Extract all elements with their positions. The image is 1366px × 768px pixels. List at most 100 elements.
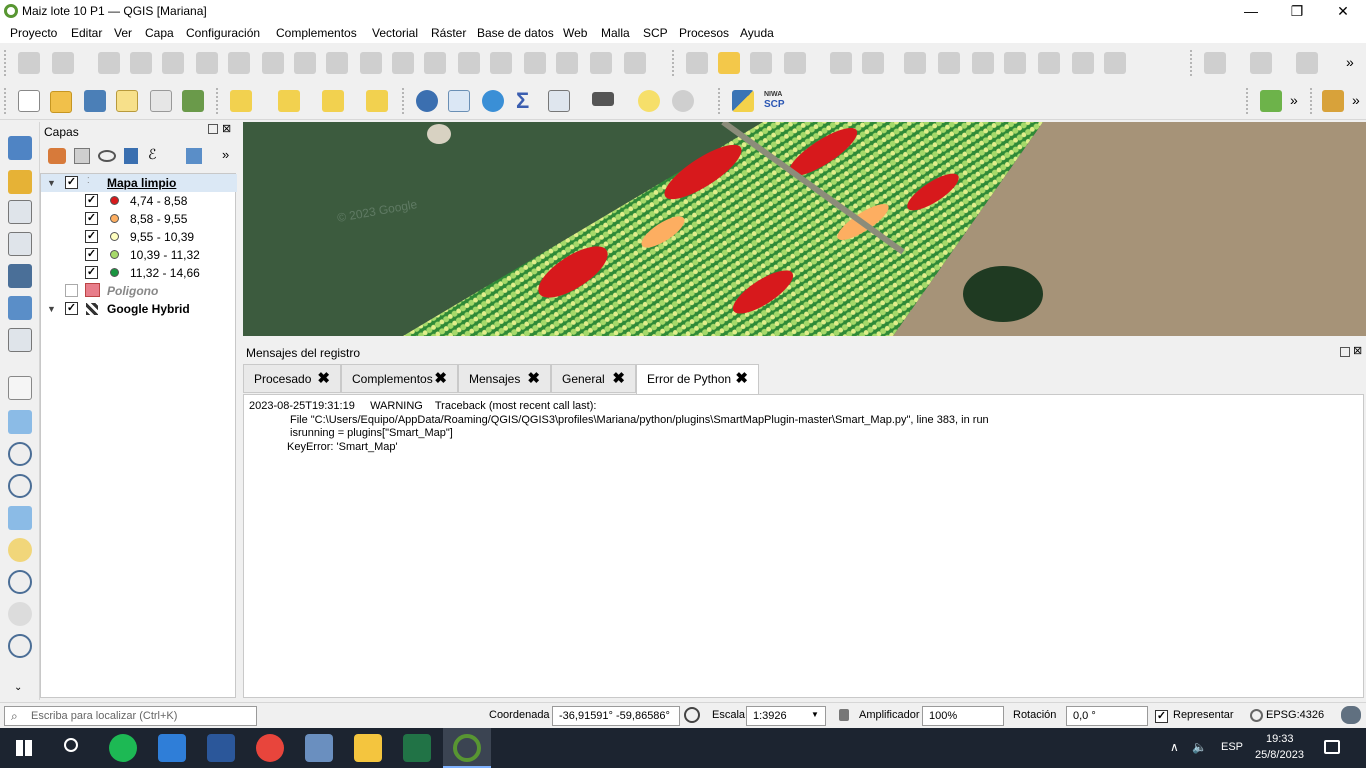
save-edits-icon[interactable]: [750, 52, 772, 74]
redo-icon[interactable]: [1104, 52, 1126, 74]
search-icon[interactable]: [64, 738, 78, 752]
zoom-last-icon[interactable]: [8, 634, 32, 658]
zoom-to-selection-icon[interactable]: [8, 538, 32, 562]
reverse-line-icon[interactable]: [624, 52, 646, 74]
data-source-manager-icon[interactable]: [8, 136, 32, 160]
paint-icon[interactable]: [305, 734, 333, 762]
clock-time[interactable]: 19:33: [1266, 733, 1294, 745]
add-spatialite-icon[interactable]: [8, 264, 32, 288]
toolbar-overflow-button[interactable]: »: [1352, 92, 1360, 108]
split-parts-icon[interactable]: [424, 52, 446, 74]
regular-shape-icon[interactable]: [1250, 52, 1272, 74]
select-features-icon[interactable]: [230, 90, 252, 112]
save-project-icon[interactable]: [84, 90, 106, 112]
rotate-feature-icon[interactable]: [162, 52, 184, 74]
current-edits-icon[interactable]: [686, 52, 708, 74]
plugin-map-icon[interactable]: [1322, 90, 1344, 112]
layer-row-poligono[interactable]: Poligono: [41, 282, 237, 300]
move-feature-icon[interactable]: [130, 52, 152, 74]
filter-expression-icon[interactable]: ℰ: [148, 146, 156, 163]
merge-features-icon[interactable]: [458, 52, 480, 74]
zoom-settings-icon[interactable]: [672, 90, 694, 112]
menu-ayuda[interactable]: Ayuda: [740, 26, 774, 40]
magnifier-spinbox[interactable]: 100%: [922, 706, 1004, 726]
menu-raster[interactable]: Ráster: [431, 26, 466, 40]
menu-configuracion[interactable]: Configuración: [186, 26, 260, 40]
add-delimited-text-icon[interactable]: [8, 232, 32, 256]
collapse-arrow-icon[interactable]: ▼: [47, 304, 56, 314]
cut-features-icon[interactable]: [972, 52, 994, 74]
zoom-in-icon[interactable]: [8, 442, 32, 466]
toolbar-overflow-button[interactable]: »: [1290, 92, 1298, 108]
circle-digitize-icon[interactable]: [1296, 52, 1318, 74]
expand-all-icon[interactable]: [186, 148, 202, 164]
vertex-tool-2-icon[interactable]: [862, 52, 884, 74]
zoom-full-icon[interactable]: [8, 506, 32, 530]
close-tab-icon[interactable]: ✖: [527, 369, 540, 387]
toolbar-handle[interactable]: [216, 88, 219, 114]
processing-toolbox-icon[interactable]: [482, 90, 504, 112]
chevron-down-icon[interactable]: ▼: [811, 710, 819, 719]
shape-digitize-icon[interactable]: [1204, 52, 1226, 74]
toolbar-handle[interactable]: [718, 88, 721, 114]
crs-button[interactable]: EPSG:4326: [1266, 709, 1324, 721]
add-ring-icon[interactable]: [196, 52, 218, 74]
toolbar-handle[interactable]: [4, 88, 7, 114]
class-row[interactable]: ✓ 8,58 - 9,55: [41, 210, 237, 228]
zoom-out-icon[interactable]: [8, 474, 32, 498]
class-checkbox[interactable]: ✓: [85, 266, 98, 279]
close-tab-icon[interactable]: ✖: [735, 369, 748, 387]
close-tab-icon[interactable]: ✖: [434, 369, 447, 387]
pencil-icon[interactable]: [718, 52, 740, 74]
close-button[interactable]: ✕: [1320, 0, 1366, 23]
menu-web[interactable]: Web: [563, 26, 587, 40]
undo-icon[interactable]: [1072, 52, 1094, 74]
open-project-icon[interactable]: [50, 91, 72, 113]
menu-scp[interactable]: SCP: [643, 26, 668, 40]
add-line-icon[interactable]: [784, 52, 806, 74]
toolbar-handle[interactable]: [1190, 50, 1193, 76]
deselect-icon[interactable]: [322, 90, 344, 112]
close-tab-icon[interactable]: ✖: [612, 369, 625, 387]
class-row[interactable]: ✓ 9,55 - 10,39: [41, 228, 237, 246]
float-panel-icon[interactable]: [1340, 347, 1350, 357]
log-text-area[interactable]: 2023-08-25T19:31:19 WARNING Traceback (m…: [243, 394, 1364, 698]
menu-procesos[interactable]: Procesos: [679, 26, 729, 40]
add-mesh-layer-icon[interactable]: [8, 328, 32, 352]
chrome-icon[interactable]: [256, 734, 284, 762]
class-row[interactable]: ✓ 10,39 - 11,32: [41, 246, 237, 264]
lock-icon[interactable]: [839, 709, 849, 721]
plugin-grid-icon[interactable]: [1260, 90, 1282, 112]
new-project-icon[interactable]: [18, 90, 40, 112]
select-by-value-icon[interactable]: [278, 90, 300, 112]
class-checkbox[interactable]: ✓: [85, 248, 98, 261]
delete-part-icon[interactable]: [294, 52, 316, 74]
tab-procesado[interactable]: Procesado ✖: [243, 364, 341, 393]
map-canvas[interactable]: © 2023 Google: [243, 122, 1366, 336]
offset-point-icon[interactable]: [556, 52, 578, 74]
toolbar-handle[interactable]: [4, 50, 7, 76]
toolbar-handle[interactable]: [672, 50, 675, 76]
style-panel-icon[interactable]: [48, 148, 66, 164]
vertex-tool-icon[interactable]: [98, 52, 120, 74]
float-panel-icon[interactable]: [208, 124, 218, 134]
language-indicator[interactable]: ESP: [1221, 741, 1243, 753]
pan-hand-icon[interactable]: [8, 376, 32, 400]
notifications-icon[interactable]: [1324, 740, 1340, 754]
map-svg[interactable]: © 2023 Google: [243, 122, 1366, 336]
reshape-icon[interactable]: [326, 52, 348, 74]
globe-icon[interactable]: [1250, 709, 1263, 722]
statistics-sigma-icon[interactable]: Σ: [516, 88, 529, 114]
attribute-table-icon[interactable]: [448, 90, 470, 112]
rotation-spinbox[interactable]: 0,0 °: [1066, 706, 1148, 726]
menu-ver[interactable]: Ver: [114, 26, 132, 40]
add-raster-layer-icon[interactable]: [8, 296, 32, 320]
tab-general[interactable]: General ✖: [551, 364, 636, 393]
toolbar-overflow-button[interactable]: »: [1346, 54, 1354, 70]
identify-icon[interactable]: [416, 90, 438, 112]
calendar-icon[interactable]: [158, 734, 186, 762]
style-manager-icon[interactable]: [182, 90, 204, 112]
tab-mensajes[interactable]: Mensajes ✖: [458, 364, 551, 393]
clock-date[interactable]: 25/8/2023: [1255, 749, 1304, 761]
minimize-button[interactable]: —: [1228, 0, 1274, 23]
